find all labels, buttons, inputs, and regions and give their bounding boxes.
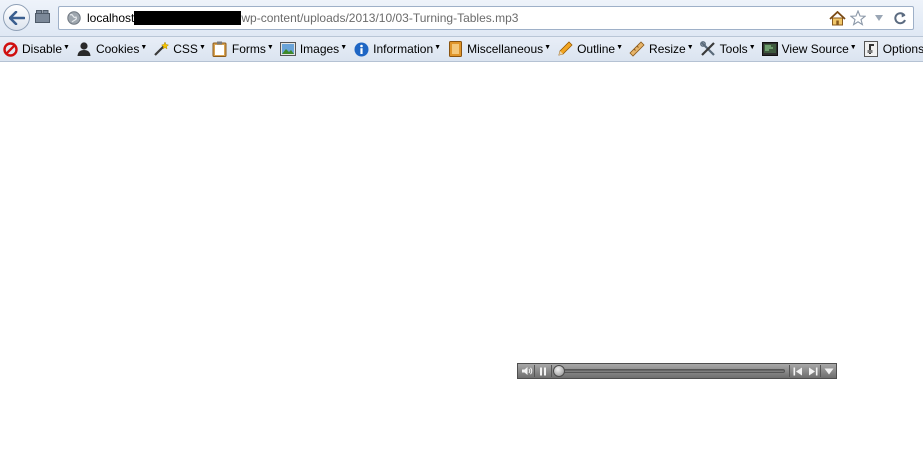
- tab-groups-icon: [35, 10, 50, 23]
- cookies-icon: [76, 41, 92, 57]
- home-icon: [828, 10, 846, 25]
- navigation-bar: localhost wp-content/uploads/2013/10/03-T…: [0, 0, 923, 37]
- url-actions: [828, 9, 909, 27]
- url-host: localhost: [87, 11, 135, 25]
- web-developer-toolbar: Disable ▼ Cookies ▼ CSS ▼ Forms ▼ Images ▼ In…: [0, 37, 923, 62]
- volume-button[interactable]: [519, 364, 534, 378]
- devbar-forms-label: Forms: [231, 42, 266, 56]
- devbar-options-menu[interactable]: Options▼: [861, 38, 923, 60]
- outline-pencil-icon: [557, 41, 573, 57]
- caret-icon: ▼: [63, 43, 70, 51]
- caret-icon: ▼: [198, 43, 206, 51]
- devbar-options-label: Options: [882, 42, 923, 56]
- devbar-css-label: CSS: [173, 42, 198, 56]
- caret-icon: ▼: [266, 43, 274, 51]
- devbar-disable-label: Disable: [22, 42, 63, 56]
- caret-icon: ▼: [748, 43, 756, 51]
- rewind-button[interactable]: [790, 364, 805, 378]
- fast-forward-icon: [808, 367, 817, 375]
- devbar-miscellaneous-label: Miscellaneous: [467, 42, 544, 56]
- redacted-block: [134, 11, 242, 25]
- volume-icon: [521, 367, 532, 375]
- css-wand-icon: [153, 41, 170, 57]
- pause-button[interactable]: [535, 364, 551, 378]
- url-bar[interactable]: localhost wp-content/uploads/2013/10/03-T…: [58, 6, 914, 30]
- caret-icon: ▼: [140, 43, 148, 51]
- reload-icon: [894, 12, 906, 25]
- disable-icon: [2, 41, 18, 57]
- devbar-cookies-label: Cookies: [95, 42, 140, 56]
- information-icon: [353, 41, 369, 57]
- devbar-images-label: Images: [299, 42, 340, 56]
- url-text[interactable]: localhost wp-content/uploads/2013/10/03-T…: [87, 11, 518, 25]
- caret-icon: ▼: [849, 43, 857, 51]
- dropdown-arrow-icon: [875, 15, 883, 21]
- resize-ruler-icon: [629, 41, 645, 57]
- history-dropdown-button[interactable]: [870, 9, 888, 27]
- devbar-disable-menu[interactable]: Disable ▼: [0, 38, 74, 60]
- seek-thumb[interactable]: [553, 365, 565, 377]
- pause-icon: [540, 367, 546, 375]
- seek-bar[interactable]: [553, 369, 785, 373]
- devbar-tools-label: Tools: [719, 42, 748, 56]
- miscellaneous-icon: [447, 41, 463, 57]
- globe-icon: [67, 11, 81, 25]
- tab-groups-button[interactable]: [35, 10, 50, 23]
- home-button[interactable]: [828, 9, 846, 27]
- player-separator: [551, 365, 552, 377]
- caret-icon: ▼: [544, 43, 552, 51]
- rewind-icon: [793, 367, 802, 375]
- options-icon: [863, 41, 879, 57]
- devbar-cookies-menu[interactable]: Cookies ▼: [74, 38, 151, 60]
- reload-button[interactable]: [891, 9, 909, 27]
- view-source-icon: [761, 41, 778, 57]
- menu-arrow-icon: [824, 368, 833, 374]
- devbar-forms-menu[interactable]: Forms ▼: [210, 38, 278, 60]
- devbar-resize-menu[interactable]: Resize ▼: [627, 38, 698, 60]
- devbar-view-source-label: View Source: [781, 42, 849, 56]
- devbar-css-menu[interactable]: CSS ▼: [151, 38, 210, 60]
- caret-icon: ▼: [340, 43, 348, 51]
- back-arrow-icon: [8, 10, 25, 25]
- caret-icon: ▼: [616, 43, 624, 51]
- devbar-information-menu[interactable]: Information ▼: [351, 38, 445, 60]
- devbar-outline-menu[interactable]: Outline ▼: [555, 38, 627, 60]
- caret-icon: ▼: [434, 43, 442, 51]
- back-button[interactable]: [3, 4, 30, 31]
- star-icon: [850, 10, 866, 26]
- fast-forward-button[interactable]: [805, 364, 820, 378]
- player-menu-button[interactable]: [821, 364, 836, 378]
- devbar-view-source-menu[interactable]: View Source ▼: [760, 38, 861, 60]
- devbar-images-menu[interactable]: Images ▼: [278, 38, 351, 60]
- devbar-tools-menu[interactable]: Tools ▼: [698, 38, 760, 60]
- audio-player: [517, 363, 837, 379]
- bookmark-button[interactable]: [849, 9, 867, 27]
- tools-icon: [699, 41, 716, 57]
- devbar-outline-label: Outline: [577, 42, 616, 56]
- devbar-information-label: Information: [373, 42, 434, 56]
- images-picture-icon: [279, 41, 296, 57]
- devbar-resize-label: Resize: [649, 42, 686, 56]
- forms-clipboard-icon: [212, 41, 228, 57]
- devbar-miscellaneous-menu[interactable]: Miscellaneous ▼: [445, 38, 555, 60]
- url-path: wp-content/uploads/2013/10/03-Turning-Ta…: [241, 11, 519, 25]
- caret-icon: ▼: [686, 43, 694, 51]
